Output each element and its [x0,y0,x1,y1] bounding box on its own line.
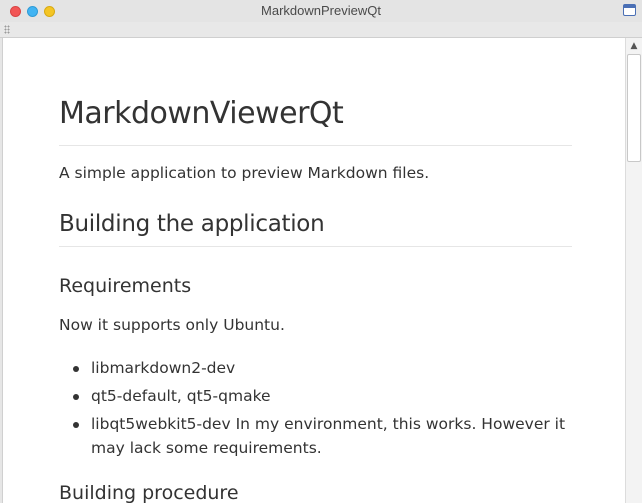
app-window: MarkdownPreviewQt MarkdownViewerQt A sim… [0,0,642,503]
requirements-list: libmarkdown2-dev qt5-default, qt5-qmake … [59,356,572,464]
scrollbar-thumb[interactable] [627,54,641,162]
list-item: libmarkdown2-dev [59,356,572,380]
document-title-heading: MarkdownViewerQt [59,96,344,131]
vertical-scrollbar[interactable]: ▲ [625,38,642,503]
markdown-preview-pane[interactable]: MarkdownViewerQt A simple application to… [2,38,626,503]
toolbar [0,22,642,38]
requirements-heading: Requirements [59,275,192,297]
list-item: qt5-default, qt5-qmake [59,384,572,408]
procedure-heading: Building procedure [59,482,239,503]
building-heading: Building the application [59,211,325,237]
window-menu-icon[interactable] [623,4,636,16]
title-bar[interactable]: MarkdownPreviewQt [0,0,642,22]
list-item: libqt5webkit5-dev In my environment, thi… [59,412,572,460]
heading-divider [59,246,572,247]
requirements-paragraph: Now it supports only Ubuntu. [59,316,285,334]
toolbar-grip-handle[interactable] [4,25,10,34]
heading-divider [59,145,572,146]
intro-paragraph: A simple application to preview Markdown… [59,164,430,182]
window-title: MarkdownPreviewQt [261,3,381,18]
scroll-up-arrow-icon[interactable]: ▲ [626,38,642,54]
